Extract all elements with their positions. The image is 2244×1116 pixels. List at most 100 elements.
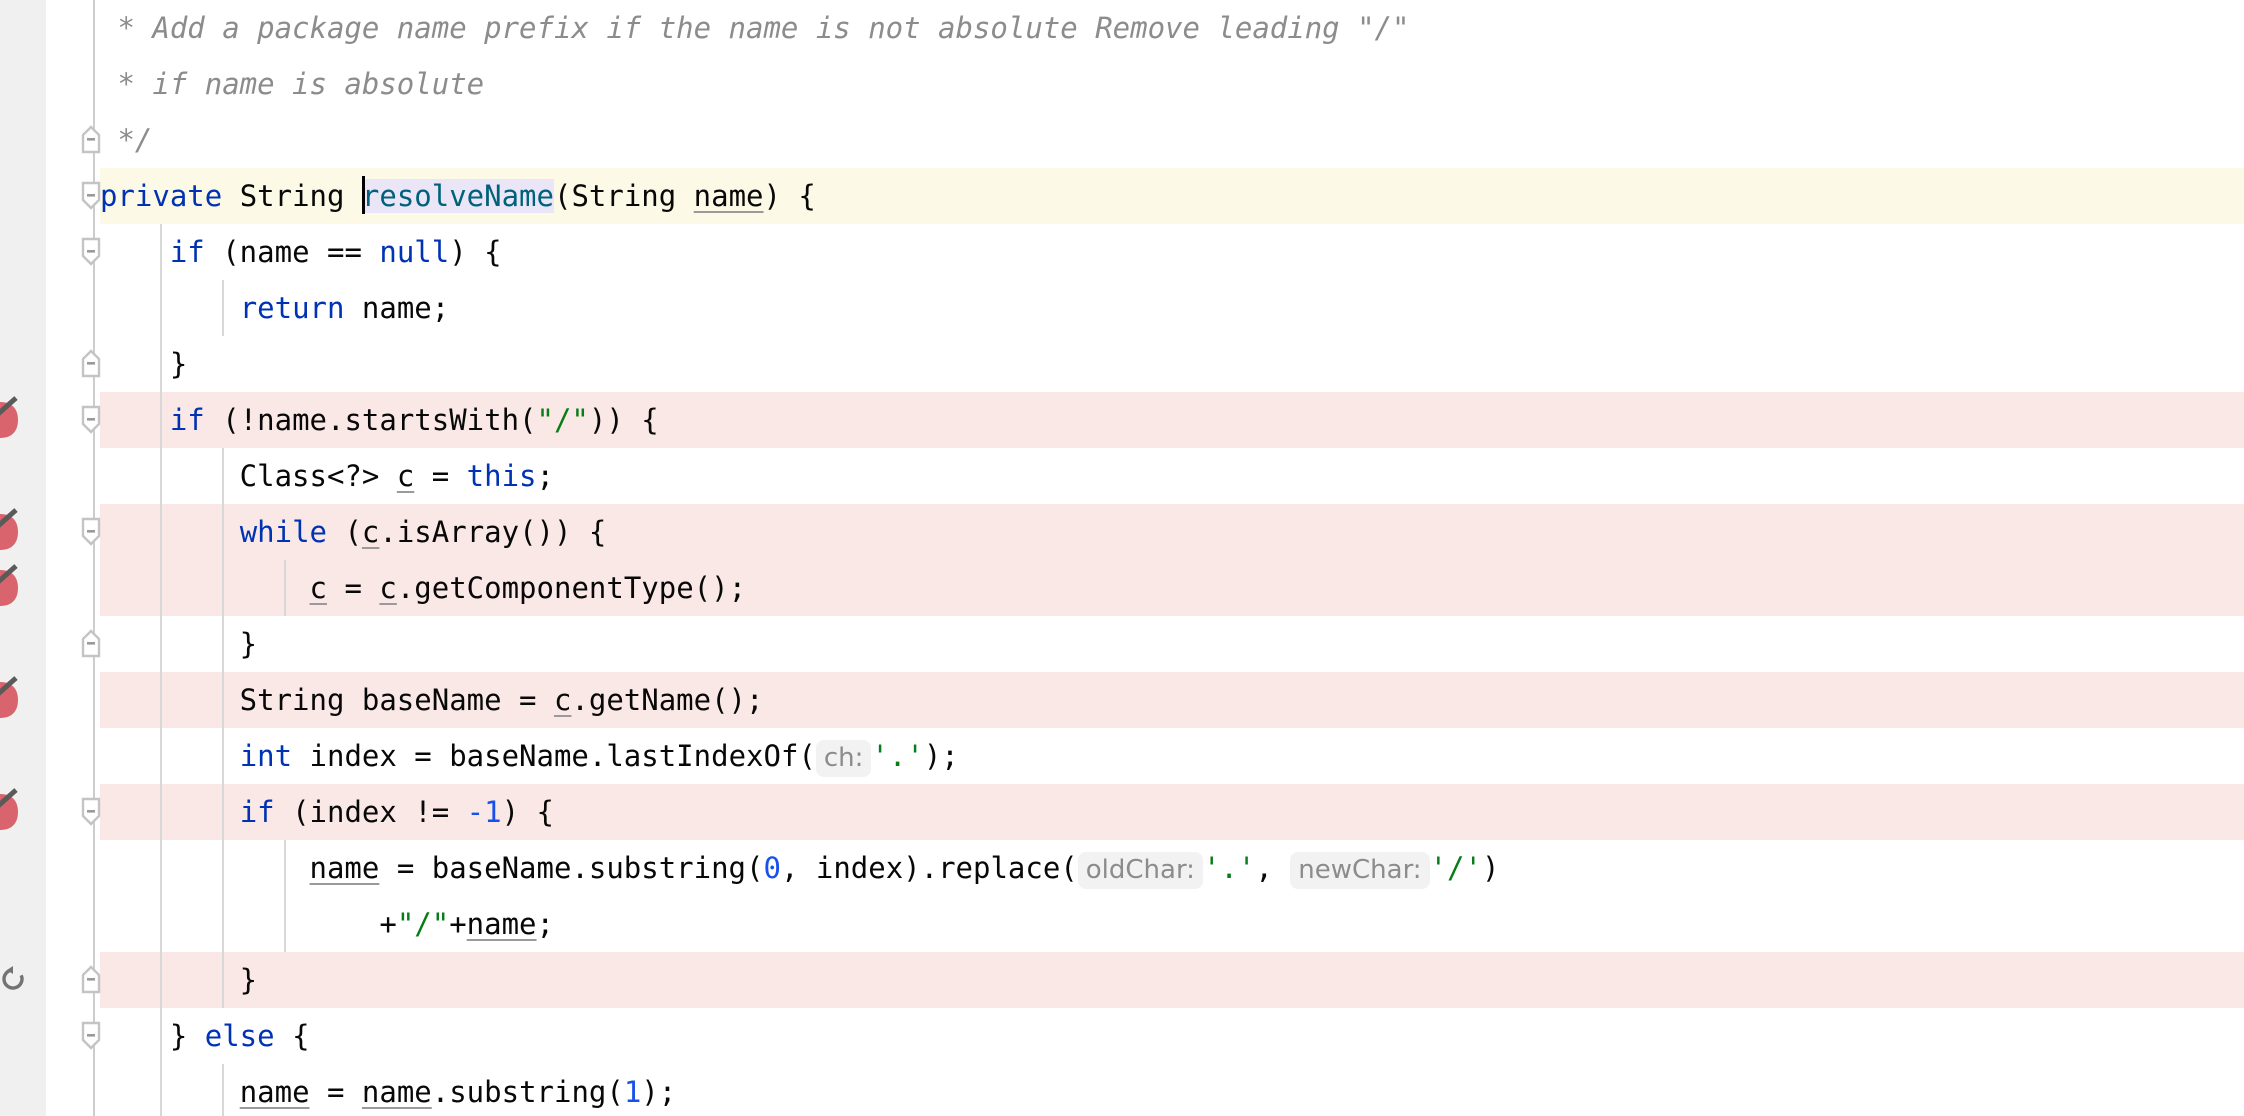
fold-collapse-marker[interactable] (78, 180, 110, 212)
code-line[interactable]: } (0, 336, 2244, 392)
code-token: if (170, 235, 205, 269)
code-token: ; (537, 459, 554, 493)
code-token: String baseName = (100, 683, 554, 717)
code-token: c (310, 571, 327, 605)
indent-guide (222, 784, 224, 840)
change-markers-gutter[interactable] (0, 0, 46, 1116)
code-token: ) { (764, 179, 816, 213)
indent-guide (222, 560, 224, 616)
code-line-text: c = c.getComponentType(); (100, 560, 746, 616)
code-token: = (414, 459, 466, 493)
code-line[interactable]: Class<?> c = this; (0, 448, 2244, 504)
code-lines-container[interactable]: * Add a package name prefix if the name … (0, 0, 2244, 1116)
code-token: String (240, 179, 345, 213)
code-token: ); (641, 1075, 676, 1109)
fold-rail (93, 0, 95, 1116)
modified-line-marker[interactable] (0, 396, 22, 444)
code-line[interactable]: * Add a package name prefix if the name … (0, 0, 2244, 56)
code-line-text: +"/"+name; (100, 896, 554, 952)
indent-guide (222, 280, 224, 336)
indent-guide (284, 840, 286, 896)
code-token: null (379, 235, 449, 269)
fold-collapse-marker[interactable] (78, 516, 110, 548)
parameter-hint: oldChar: (1078, 852, 1203, 889)
fold-collapse-marker[interactable] (78, 796, 110, 828)
code-token: while (240, 515, 327, 549)
code-line[interactable]: if (!name.startsWith("/")) { (0, 392, 2244, 448)
indent-guide (222, 504, 224, 560)
code-token: = (310, 1075, 362, 1109)
code-token: c (362, 515, 379, 549)
recursive-call-marker[interactable] (0, 966, 26, 992)
code-token (100, 515, 240, 549)
code-token (100, 1075, 240, 1109)
code-line[interactable]: if (name == null) { (0, 224, 2244, 280)
modified-line-marker[interactable] (0, 676, 22, 724)
code-line-text: } (100, 616, 257, 672)
fold-end-marker[interactable] (78, 124, 110, 156)
code-token: .getName(); (571, 683, 763, 717)
code-line[interactable]: while (c.isArray()) { (0, 504, 2244, 560)
code-token: + (100, 907, 397, 941)
code-editor[interactable]: * Add a package name prefix if the name … (0, 0, 2244, 1116)
fold-end-marker[interactable] (78, 628, 110, 660)
code-line[interactable]: return name; (0, 280, 2244, 336)
code-token: * Add a package name prefix if the name … (100, 11, 1409, 45)
code-token: '.' (871, 739, 923, 773)
code-line[interactable]: * if name is absolute (0, 56, 2244, 112)
code-line[interactable]: int index = baseName.lastIndexOf(ch:'.')… (0, 728, 2244, 784)
code-line[interactable]: */ (0, 112, 2244, 168)
code-line[interactable]: } (0, 616, 2244, 672)
code-token: * if name is absolute (100, 67, 484, 101)
indent-guide (222, 616, 224, 672)
indent-guide (160, 280, 162, 336)
indent-guide (284, 560, 286, 616)
code-line[interactable]: } else { (0, 1008, 2244, 1064)
code-token: name (310, 851, 380, 885)
modified-line-marker[interactable] (0, 788, 22, 836)
indent-guide (160, 728, 162, 784)
modified-line-marker[interactable] (0, 508, 22, 556)
indent-guide (222, 952, 224, 1008)
indent-guide (222, 896, 224, 952)
fold-collapse-marker[interactable] (78, 236, 110, 268)
code-token: "/" (537, 403, 589, 437)
code-line[interactable]: name = name.substring(1); (0, 1064, 2244, 1116)
code-token: Class<?> (100, 459, 397, 493)
indent-guide (222, 728, 224, 784)
code-token: name (467, 907, 537, 941)
fold-collapse-marker[interactable] (78, 404, 110, 436)
code-token: c (554, 683, 571, 717)
code-token: + (449, 907, 466, 941)
code-token: = baseName.substring( (379, 851, 763, 885)
code-token: c (379, 571, 396, 605)
code-line[interactable]: String baseName = c.getName(); (0, 672, 2244, 728)
code-line-text: if (!name.startsWith("/")) { (100, 392, 659, 448)
fold-end-marker[interactable] (78, 964, 110, 996)
code-token: if (240, 795, 275, 829)
code-line[interactable]: } (0, 952, 2244, 1008)
indent-guide (160, 504, 162, 560)
code-line-text: String baseName = c.getName(); (100, 672, 763, 728)
modified-line-marker[interactable] (0, 564, 22, 612)
indent-guide (222, 1064, 224, 1116)
code-line[interactable]: private String resolveName(String name) … (0, 168, 2244, 224)
code-token: .isArray()) { (379, 515, 606, 549)
code-line-text: if (index != -1) { (100, 784, 554, 840)
code-line[interactable]: c = c.getComponentType(); (0, 560, 2244, 616)
code-line-text: } else { (100, 1008, 310, 1064)
code-line-text: while (c.isArray()) { (100, 504, 606, 560)
code-line-text: int index = baseName.lastIndexOf(ch:'.')… (100, 728, 959, 786)
code-line[interactable]: +"/"+name; (0, 896, 2244, 952)
code-token: name (362, 1075, 432, 1109)
fold-end-marker[interactable] (78, 348, 110, 380)
code-token: .substring( (432, 1075, 624, 1109)
code-token: '.' (1203, 851, 1255, 885)
fold-collapse-marker[interactable] (78, 1020, 110, 1052)
code-token: (name == (205, 235, 380, 269)
code-line[interactable]: if (index != -1) { (0, 784, 2244, 840)
code-line[interactable]: name = baseName.substring(0, index).repl… (0, 840, 2244, 896)
code-token: this (467, 459, 537, 493)
folding-gutter[interactable] (46, 0, 100, 1116)
indent-guide (222, 448, 224, 504)
